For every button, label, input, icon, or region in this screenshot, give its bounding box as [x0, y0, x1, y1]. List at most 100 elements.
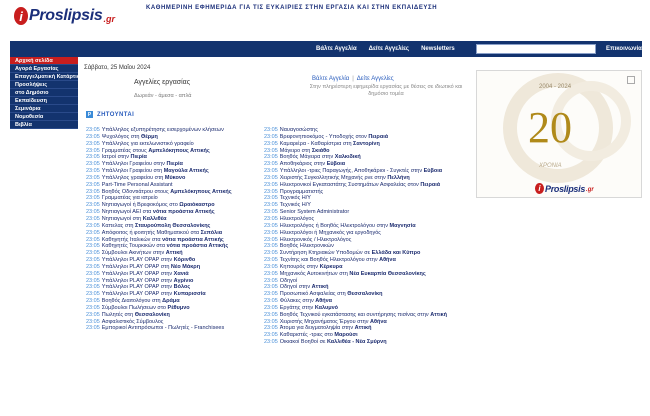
listing-item[interactable]: 23:05 Part-Time Personal Assistant: [86, 182, 256, 189]
sidebar-item-training[interactable]: Επαγγελματική Κατάρτιση: [10, 73, 78, 81]
listing-item[interactable]: 23:05 Απόφοιτος ή φοιτητής Μαθηματικού στ…: [86, 230, 256, 237]
sidebar-item-home[interactable]: Αρχική σελίδα: [10, 57, 78, 65]
listing-item[interactable]: 23:05 Ηλεκτρολόγος: [264, 216, 474, 223]
listing-location: Καλυμνό: [314, 304, 338, 311]
listing-title: Άτομα για δειγματοληψία στην: [279, 325, 354, 332]
listing-title: Υπάλληλος για εκτελωνιστικό γραφείο: [101, 140, 194, 147]
listing-item[interactable]: 23:05 Καμαριέρα - Καθαρίστρια στη Σαντορί…: [264, 141, 474, 148]
listing-item[interactable]: 23:05 Εργάτης στην Καλυμνό: [264, 305, 474, 312]
nav-newsletters-link[interactable]: Newsletters: [421, 46, 455, 52]
listing-item[interactable]: 23:05 Γραμματέας στους Αμπελόκηπους Αττικ…: [86, 148, 256, 155]
listing-item[interactable]: 23:05 Νηπιαγωγοί ή Βρεφοκόμος στο Ωραιόκα…: [86, 202, 256, 209]
listing-location: Χαλκιδική: [334, 154, 361, 161]
listing-title: Τεχνικός Η/Υ: [279, 195, 311, 202]
listing-item[interactable]: 23:05 Βοηθός Διαιτολόγου στη Δράμα: [86, 298, 256, 305]
post-ad-link[interactable]: Βάλτε Αγγελία: [312, 76, 349, 82]
listing-item[interactable]: 23:05 Υπάλληλοι -τριες Παραγωγής, Αποθηκά…: [264, 168, 474, 175]
listing-item[interactable]: 23:05 Καπελας στη Σταυρούπολη Θεσσαλονίκη…: [86, 223, 256, 230]
sidebar-item-public-sector[interactable]: στο Δημόσιο: [10, 89, 78, 97]
ad-caption: ΧΡΟΝΙΑ: [539, 163, 562, 169]
listing-item[interactable]: 23:05 Ναυαγοσώστης: [264, 127, 474, 134]
listing-item[interactable]: 23:05 Κηπουρός στην Κέρκυρα: [264, 264, 474, 271]
listing-location: Δράμα: [162, 298, 180, 305]
listing-item[interactable]: 23:05 Ψυχολόγος στη Θέρμη: [86, 134, 256, 141]
listing-item[interactable]: 23:05 Οικιακοί Βοηθοί σε Καλλιθέα - Νέα Σ…: [264, 339, 474, 346]
listing-time: 23:05: [264, 154, 278, 161]
listing-time: 23:05: [86, 133, 100, 140]
listing-item[interactable]: 23:05 Φύλακες στην Αθήνα: [264, 298, 474, 305]
listing-item[interactable]: 23:05 Ηλεκτρολόγος ή Βοηθός Ηλεκτρολόγου …: [264, 223, 474, 230]
nav-view-ads-link[interactable]: Δείτε Αγγελίες: [369, 46, 409, 52]
listing-item[interactable]: 23:05 Τεχνίτης και Βοηθός Ηλεκτρολόγου στ…: [264, 257, 474, 264]
listing-item[interactable]: 23:05 Νηπιαγωγοί στη Καλλιθέα: [86, 216, 256, 223]
listing-time: 23:05: [86, 325, 100, 332]
sidebar-item-legislation[interactable]: Νομοθεσία: [10, 113, 78, 121]
listing-time: 23:05: [86, 270, 100, 277]
listing-location: Πειραιά: [368, 133, 389, 140]
listing-time: 23:05: [264, 168, 278, 175]
sidebar-item-hirings[interactable]: Προσλήψεις: [10, 81, 78, 89]
listing-title: Υπάλληλοι PLAY OPAP στην: [101, 277, 173, 284]
site-logo[interactable]: i Proslipsis .gr: [14, 5, 115, 27]
listing-item[interactable]: 23:05 Καθαριστές -τριες στο Μαρούσι: [264, 332, 474, 339]
listing-location: Βόλος: [173, 284, 191, 291]
listing-time: 23:05: [264, 174, 278, 181]
listing-item[interactable]: 23:05 Υπάλληλος γραφείου στη Μύκονο: [86, 175, 256, 182]
listing-title: Υπάλληλοι PLAY OPAP στην: [101, 257, 173, 264]
listing-item[interactable]: 23:05 Υπάλληλοι PLAY OPAP στη Νέο Μάκρη: [86, 264, 256, 271]
listing-time: 23:05: [86, 236, 100, 243]
anniversary-ad[interactable]: 2004 - 2024 20 ΧΡΟΝΙΑ i Proslipsis .gr: [476, 70, 642, 198]
listing-item[interactable]: 23:05 Νηπιαγωγοί ΑΕΙ στα νότια προάστια Α…: [86, 209, 256, 216]
listing-item[interactable]: 23:05 Εμπορικοί Αντιπρόσωποι - Πωλητές - …: [86, 325, 256, 332]
expand-icon[interactable]: [627, 76, 635, 84]
listing-time: 23:05: [264, 147, 278, 154]
listing-item[interactable]: 23:05 Σύμβουλοι Ακινήτων στην Αττική: [86, 250, 256, 257]
listing-location: Ελλάδα και Κύπρο: [371, 250, 421, 257]
search-input[interactable]: [476, 44, 596, 54]
listing-item[interactable]: 23:05 Χειριστής Συγκολλητικής Μηχανής ρνε…: [264, 175, 474, 182]
listing-time: 23:05: [86, 195, 100, 202]
listing-time: 23:05: [264, 195, 278, 202]
listing-item[interactable]: 23:05 Πωλητές στη Θεσσαλονίκη: [86, 312, 256, 319]
listing-item[interactable]: 23:05 Μηχανικός Αυτοκινήτων στη Νέα Ευκαρ…: [264, 271, 474, 278]
listing-item[interactable]: 23:05 Τεχνικός Η/Υ: [264, 202, 474, 209]
listing-item[interactable]: 23:05 Χειριστής Μηχανήματος Έργου στην Αθ…: [264, 319, 474, 326]
listing-item[interactable]: 23:05 Υπάλληλοι PLAY OPAP στην Κόρινθο: [86, 257, 256, 264]
listing-time: 23:05: [264, 229, 278, 236]
listing-location: Χανιά: [173, 270, 189, 277]
listing-item[interactable]: 23:05 Ηλεκτρολόγοι ή Μηχανικός για εργοδη…: [264, 230, 474, 237]
listing-time: 23:05: [86, 202, 100, 209]
listing-location: Πιερία: [166, 161, 183, 168]
listing-time: 23:05: [264, 140, 278, 147]
view-ads-link[interactable]: Δείτε Αγγελίες: [357, 76, 394, 82]
listing-item[interactable]: 23:05 Ηλεκτρονικοί Εγκαταστάτης Συστημάτω…: [264, 182, 474, 189]
listing-location: Σαντορίνη: [353, 140, 380, 147]
sidebar-item-seminars[interactable]: Σεμινάρια: [10, 105, 78, 113]
listing-item[interactable]: 23:05 Βοηθός Τεχνικού εγκατάστασης και συ…: [264, 312, 474, 319]
listing-item[interactable]: 23:05 Υπάλληλος εξυπηρέτησης εισερχομένων…: [86, 127, 256, 134]
listing-item[interactable]: 23:05 Υπάλληλοι Γραφείου στη Μαγούλα Αττι…: [86, 168, 256, 175]
listing-item[interactable]: 23:05 Οδηγοί: [264, 278, 474, 285]
listing-title: Part-Time Personal Assistant: [101, 181, 173, 188]
listing-location: Αμπελόκηπους Αττικής: [148, 147, 210, 154]
sidebar-item-job-market[interactable]: Αγορά Εργασίας: [10, 65, 78, 73]
listing-item[interactable]: 23:05 Συντήρηση Κτηριακών Υποδομών σε Ελλ…: [264, 250, 474, 257]
listing-item[interactable]: 23:05 Σύμβουλοι Πωλήσεων στο Ρέθυμνο: [86, 305, 256, 312]
section-label: ΖΗΤΟΥΝΤΑΙ: [97, 111, 135, 118]
listing-location: Αττική: [430, 311, 448, 318]
listing-item[interactable]: 23:05 Senior System Administrator: [264, 209, 474, 216]
listing-title: Ηλεκτρονικός / Ηλεκτρολόγος: [279, 236, 352, 243]
listing-time: 23:05: [86, 215, 100, 222]
nav-post-ad-link[interactable]: Βάλτε Αγγελία: [316, 46, 357, 52]
listing-time: 23:05: [264, 325, 278, 332]
listing-item[interactable]: 23:05 Υπάλληλος για εκτελωνιστικό γραφείο: [86, 141, 256, 148]
nav-contact-link[interactable]: Επικοινωνία: [606, 41, 642, 57]
listing-item[interactable]: 23:05 Υπάλληλοι PLAY OPAP στην Χανιά: [86, 271, 256, 278]
listing-time: 23:05: [86, 257, 100, 264]
listing-item[interactable]: 23:05 Βρεφονηπιοκόμος - Υποδοχής στον Πει…: [264, 134, 474, 141]
listing-title: Senior System Administrator: [279, 209, 350, 216]
ad-logo-text: Proslipsis: [545, 183, 586, 194]
sidebar-item-education[interactable]: Εκπαίδευση: [10, 97, 78, 105]
sidebar-item-books[interactable]: Βιβλία: [10, 121, 78, 129]
listing-location: Καλλιθέα: [142, 215, 167, 222]
